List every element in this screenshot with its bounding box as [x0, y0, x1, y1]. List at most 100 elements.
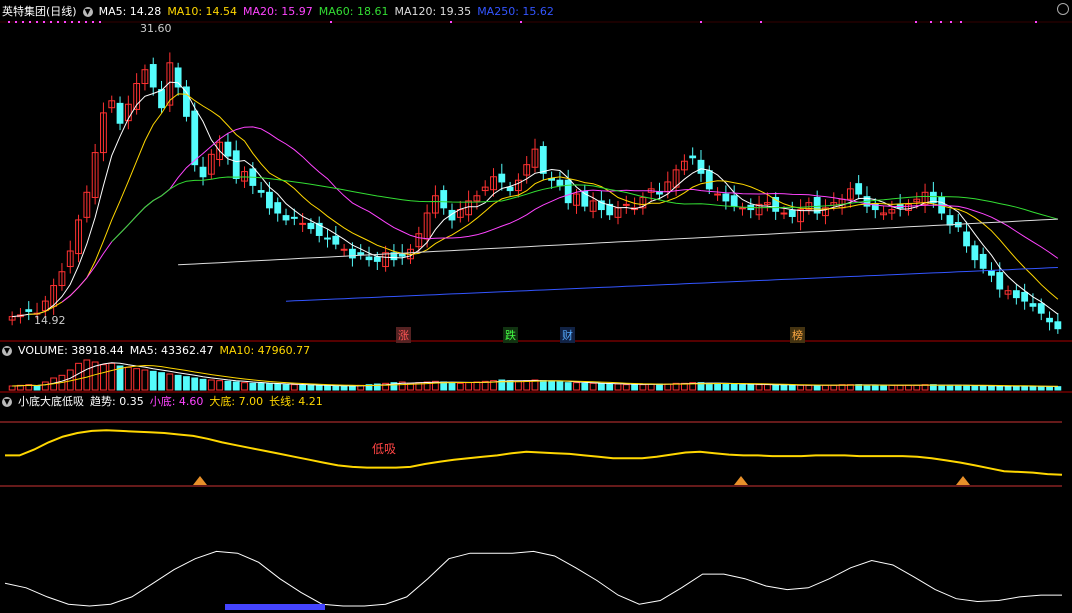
candle-down [282, 215, 290, 221]
signal-dot [760, 21, 762, 23]
volume-bar-up [797, 384, 804, 391]
volume-bar-up [207, 379, 215, 391]
event-marker[interactable]: 财 [560, 327, 575, 343]
volume-bar-up [830, 384, 838, 391]
volume-label-1: MA5: 43362.47 [129, 344, 214, 357]
candle-down [971, 245, 979, 261]
indicator-title: 小底大底低吸 [18, 395, 84, 408]
candle-down [996, 272, 1004, 290]
event-marker[interactable]: 榜 [790, 327, 805, 343]
candle-down [988, 270, 995, 276]
volume-bar-up [166, 373, 174, 391]
ma5-line [12, 81, 1059, 318]
dropdown-icon[interactable]: ▼ [2, 397, 12, 407]
volume-bar-up [241, 382, 248, 391]
indicator-label-0: 趋势: 0.35 [90, 395, 144, 408]
volume-bar-down [33, 385, 41, 391]
ma10-line [28, 93, 1059, 315]
volume-bar-down [1004, 385, 1012, 391]
candle-down [1021, 291, 1029, 302]
volume-ma10-line [12, 364, 1058, 387]
volume-header: ▼ VOLUME: 38918.44 MA5: 43362.47 MA10: 4796… [2, 343, 322, 359]
candle-down [946, 215, 954, 226]
signal-dot [57, 21, 59, 23]
volume-bar-down [813, 384, 821, 391]
signal-dot [700, 21, 702, 23]
candle-down [705, 170, 713, 190]
high-price-label: 31.60 [140, 22, 172, 35]
volume-bar-down [1037, 386, 1045, 391]
volume-bar-down [539, 380, 547, 391]
volume-bar-down [863, 384, 871, 391]
volume-bar-down [1021, 385, 1029, 391]
volume-bar-down [158, 372, 165, 391]
volume-bar-up [913, 384, 921, 391]
signal-dot [22, 21, 24, 23]
volume-bar-up [124, 366, 132, 391]
candle-down [539, 146, 547, 174]
volume-bar-down [938, 384, 946, 391]
volume-bar-up [905, 384, 912, 391]
volume-bar-down [1029, 386, 1037, 391]
candle-down [398, 253, 406, 257]
event-marker[interactable]: 涨 [396, 327, 411, 343]
volume-bar-up [763, 384, 771, 391]
signal-dot [36, 21, 38, 23]
volume-bar-up [75, 362, 82, 391]
volume-bar-up [141, 369, 149, 391]
signal-dot [1035, 21, 1037, 23]
volume-bar-up [622, 384, 630, 391]
candle-down [1054, 321, 1062, 330]
candle-down [307, 222, 315, 230]
candle-down [564, 179, 572, 204]
event-marker[interactable]: 跌 [503, 327, 518, 343]
volume-bar-down [556, 381, 564, 391]
ma-label-0: MA5: 14.28 [98, 5, 162, 18]
candle-up [780, 212, 788, 215]
volume-bar-up [589, 382, 597, 391]
indicator-label-1: 小底: 4.60 [149, 395, 204, 408]
volume-bar-up [755, 384, 763, 391]
volume-bar-up [456, 382, 464, 391]
volume-bar-down [705, 382, 713, 391]
dixi-label: 低吸 [372, 442, 397, 456]
signal-dot [99, 21, 101, 23]
candle-down [199, 166, 207, 178]
candle-down [158, 89, 165, 109]
volume-bar-up [639, 384, 647, 391]
indicator-header: ▼ 小底大底低吸 趋势: 0.35 小底: 4.60 大底: 7.00 长线: 4.21 [2, 394, 335, 410]
volume-bar-down [349, 385, 356, 391]
dropdown-icon[interactable]: ▼ [2, 346, 12, 356]
ma-label-1: MA10: 14.54 [167, 5, 238, 18]
volume-bar-down [606, 383, 614, 391]
volume-bar-down [564, 382, 572, 391]
volume-bar-down [996, 385, 1004, 391]
dropdown-icon[interactable]: ▼ [82, 7, 93, 17]
volume-bar-down [324, 385, 331, 391]
signal-dot [64, 21, 66, 23]
volume-bar-down [257, 382, 265, 391]
volume-bar-down [149, 370, 157, 391]
zoom-icon[interactable] [1057, 3, 1069, 15]
stock-name[interactable]: 英特集团(日线) [2, 5, 77, 18]
volume-bar-down [714, 382, 721, 391]
candle-down [174, 67, 182, 88]
long-line [4, 550, 1062, 607]
volume-bar-down [946, 384, 954, 391]
candle-down [689, 155, 697, 159]
volume-bar-down [1012, 385, 1020, 391]
candle-down [556, 179, 564, 186]
candle-down [788, 209, 796, 217]
volume-bar-up [41, 381, 49, 391]
candle-down [722, 193, 730, 202]
volume-bar-down [249, 382, 257, 391]
volume-label-0: VOLUME: 38918.44 [18, 344, 124, 357]
volume-bar-up [473, 381, 481, 391]
buy-signal-triangle [956, 476, 970, 485]
signal-dot [940, 21, 942, 23]
volume-bar-down [880, 384, 887, 391]
candle-up [739, 207, 746, 210]
volume-bar-up [664, 383, 672, 391]
signal-dot [71, 21, 73, 23]
volume-bar-up [465, 382, 473, 391]
